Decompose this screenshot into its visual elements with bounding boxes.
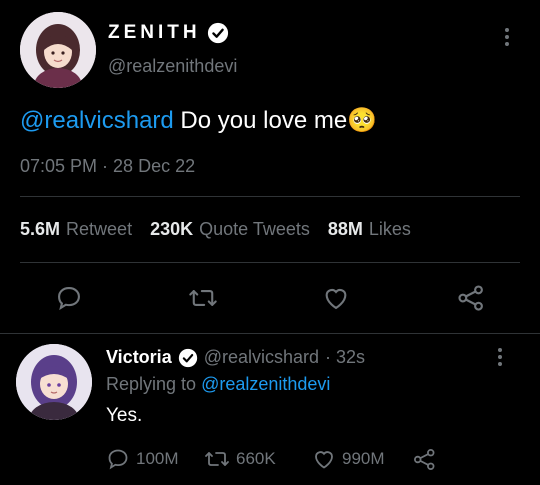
- reply-retweet-count: 660K: [236, 449, 276, 468]
- replying-to-line: Replying to @realzenithdevi: [106, 374, 330, 395]
- retweet-icon[interactable]: [188, 284, 218, 312]
- divider-reply: [0, 333, 540, 334]
- likes-stat[interactable]: 88M Likes: [328, 219, 411, 240]
- tweet-text: @realvicshard Do you love me🥺: [20, 106, 377, 135]
- reply-retweet-action[interactable]: 660K: [204, 447, 276, 471]
- reply-icon[interactable]: [55, 284, 83, 312]
- retweet-stat[interactable]: 5.6M Retweet: [20, 219, 132, 240]
- like-icon[interactable]: [322, 284, 350, 312]
- tweet-timestamp[interactable]: 07:05 PM · 28 Dec 22: [20, 156, 195, 177]
- quote-stat[interactable]: 230K Quote Tweets: [150, 219, 310, 240]
- tweet-text-body: Do you love me: [180, 107, 348, 134]
- likes-count: 88M: [327, 219, 363, 239]
- reply-verified-badge-icon: [178, 348, 198, 368]
- reply-reply-icon: [106, 447, 130, 471]
- reply-reply-count: 100M: [136, 449, 179, 468]
- divider-top: [20, 196, 520, 197]
- likes-stat-label: Likes: [368, 219, 411, 239]
- replying-to-link[interactable]: @realzenithdevi: [201, 374, 330, 394]
- reply-like-icon: [312, 447, 336, 471]
- retweet-stat-label: Retweet: [66, 219, 133, 239]
- divider-stats: [20, 262, 520, 263]
- share-icon[interactable]: [456, 283, 486, 313]
- quote-count: 230K: [150, 219, 194, 239]
- author-name[interactable]: ZENITH: [108, 22, 201, 44]
- retweet-count: 5.6M: [20, 219, 61, 239]
- reply-like-count: 990M: [342, 449, 385, 468]
- mention-link[interactable]: @realvicshard: [20, 107, 174, 134]
- reply-like-action[interactable]: 990M: [312, 447, 385, 471]
- reply-retweet-icon: [204, 447, 230, 471]
- tweet-stats: 5.6M Retweet 230K Quote Tweets 88M Likes: [20, 219, 411, 240]
- quote-stat-label: Quote Tweets: [199, 219, 310, 239]
- reply-author-name[interactable]: Victoria: [106, 347, 172, 368]
- verified-badge-icon: [207, 22, 229, 44]
- reply-share-icon[interactable]: [412, 447, 437, 472]
- victoria-avatar[interactable]: [16, 344, 92, 420]
- reply-time[interactable]: · 32s: [325, 347, 365, 368]
- reply-reply-action[interactable]: 100M: [106, 447, 179, 471]
- reply-more-options-icon[interactable]: [498, 348, 502, 366]
- author-handle[interactable]: @realzenithdevi: [108, 56, 237, 77]
- more-options-icon[interactable]: [505, 28, 509, 46]
- reply-author-handle[interactable]: @realvicshard: [204, 347, 319, 368]
- reply-text: Yes.: [106, 405, 143, 426]
- zenith-avatar-art: [20, 12, 96, 88]
- zenith-avatar[interactable]: [20, 12, 96, 88]
- reply-header: Victoria @realvicshard · 32s: [106, 347, 365, 368]
- victoria-avatar-art: [16, 344, 92, 420]
- replying-to-prefix: Replying to: [106, 374, 197, 394]
- author-name-row: ZENITH: [108, 22, 229, 44]
- pleading-face-emoji: 🥺: [347, 107, 378, 134]
